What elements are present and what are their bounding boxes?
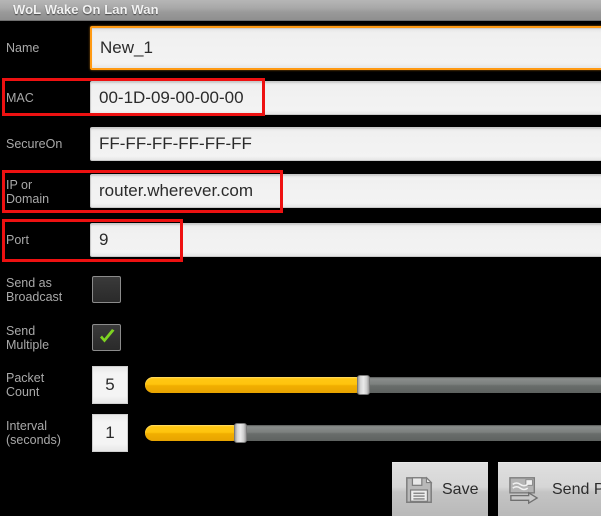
save-button-label: Save xyxy=(442,480,479,498)
interval-input[interactable]: 1 xyxy=(92,414,128,452)
form-row-mac: MAC 00-1D-09-00-00-00 xyxy=(0,78,601,118)
interval-value: 1 xyxy=(105,423,115,442)
ip-domain-input[interactable]: router.wherever.com xyxy=(90,174,601,208)
name-input[interactable]: New_1 xyxy=(90,26,601,70)
send-packet-button-label: Send Pac xyxy=(552,480,601,498)
slider-label-packet-count: Packet Count xyxy=(6,371,45,399)
save-floppy-icon xyxy=(406,475,433,503)
checkbox-label-send-as-broadcast: Send as Broadcast xyxy=(6,276,63,304)
interval-slider-thumb[interactable] xyxy=(234,423,247,443)
field-label-port: Port xyxy=(6,233,29,247)
form-row-send-as-broadcast: Send as Broadcast xyxy=(0,272,601,316)
packet-count-slider-thumb[interactable] xyxy=(357,375,370,395)
name-input-value: New_1 xyxy=(100,38,153,57)
slider-label-interval: Interval (seconds) xyxy=(6,419,61,447)
save-button[interactable]: Save xyxy=(392,462,488,516)
checkbox-label-send-multiple: Send Multiple xyxy=(6,324,50,352)
field-label-secureon: SecureOn xyxy=(6,137,63,151)
form-row-name: Name New_1 xyxy=(0,22,601,74)
form-row-secureon: SecureOn FF-FF-FF-FF-FF-FF xyxy=(0,124,601,164)
field-label-name: Name xyxy=(6,41,40,55)
packet-count-slider[interactable] xyxy=(145,375,601,395)
interval-slider-fill xyxy=(145,425,240,441)
port-input[interactable]: 9 xyxy=(90,223,601,257)
mac-input-value: 00-1D-09-00-00-00 xyxy=(99,88,244,107)
form-row-packet-count: Packet Count 5 xyxy=(0,366,601,410)
port-input-value: 9 xyxy=(99,230,109,249)
interval-slider[interactable] xyxy=(145,423,601,443)
send-multiple-checkbox[interactable] xyxy=(92,324,121,351)
app-window: WoL Wake On Lan Wan Name New_1 MAC 00-1D… xyxy=(0,0,601,516)
window-title: WoL Wake On Lan Wan xyxy=(13,2,159,17)
mac-input[interactable]: 00-1D-09-00-00-00 xyxy=(90,81,601,115)
ip-domain-input-value: router.wherever.com xyxy=(99,181,254,200)
title-bar: WoL Wake On Lan Wan xyxy=(0,0,601,21)
form-row-send-multiple: Send Multiple xyxy=(0,320,601,364)
packet-count-value: 5 xyxy=(105,375,115,394)
form-row-ip-domain: IP or Domain router.wherever.com xyxy=(0,170,601,212)
send-as-broadcast-checkbox[interactable] xyxy=(92,276,121,303)
field-label-mac: MAC xyxy=(6,91,34,105)
checkmark-icon xyxy=(100,329,115,343)
send-packet-icon xyxy=(509,476,539,504)
secureon-input[interactable]: FF-FF-FF-FF-FF-FF xyxy=(90,127,601,161)
field-label-ip-domain: IP or Domain xyxy=(6,178,50,206)
packet-count-slider-fill xyxy=(145,377,363,393)
packet-count-input[interactable]: 5 xyxy=(92,366,128,404)
form-row-port: Port 9 xyxy=(0,220,601,260)
form-row-interval: Interval (seconds) 1 xyxy=(0,414,601,458)
secureon-input-value: FF-FF-FF-FF-FF-FF xyxy=(99,134,252,153)
send-packet-button[interactable]: Send Pac xyxy=(498,462,601,516)
